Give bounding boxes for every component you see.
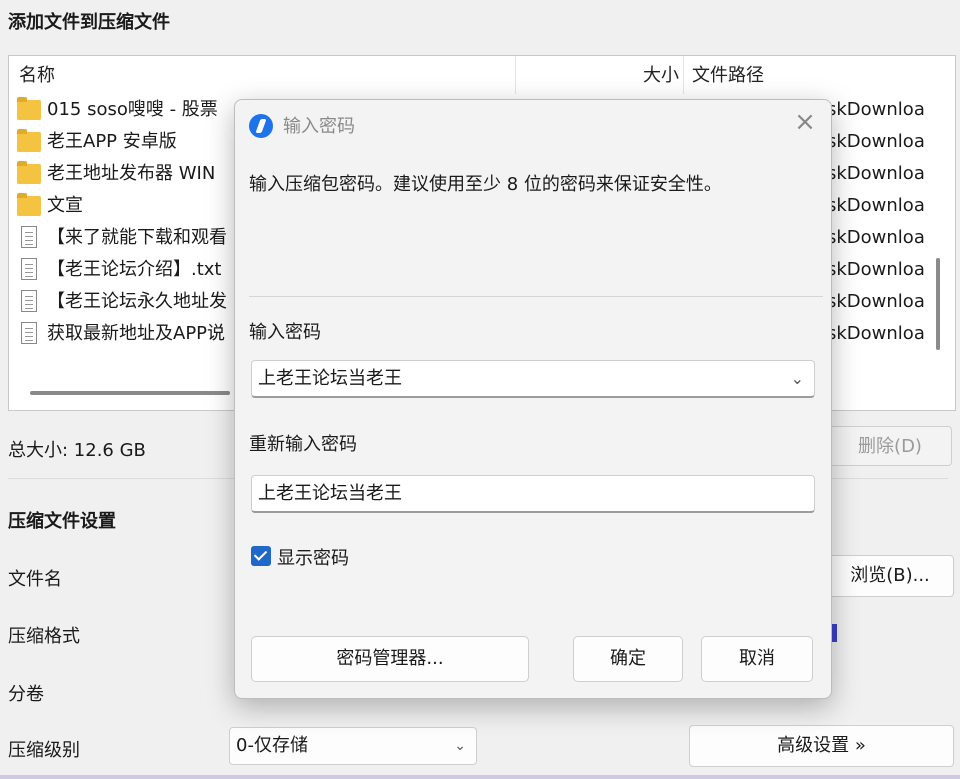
divider [249, 296, 823, 297]
ok-button[interactable]: 确定 [573, 636, 683, 682]
password-value: 上老王论坛当老王 [258, 368, 402, 389]
file-path: skDownloa [827, 227, 925, 248]
file-path: skDownloa [827, 291, 925, 312]
confirm-password-value: 上老王论坛当老王 [258, 483, 402, 504]
document-icon [21, 290, 37, 312]
advanced-settings-button[interactable]: 高级设置 » [689, 725, 954, 767]
format-indicator [832, 624, 837, 642]
column-header-name[interactable]: 名称 [19, 56, 55, 94]
folder-icon [17, 161, 41, 184]
show-password-checkbox[interactable] [251, 546, 271, 566]
compression-level-select[interactable]: 0-仅存储 ⌄ [229, 727, 477, 765]
column-header-path[interactable]: 文件路径 [683, 56, 953, 94]
column-header-size[interactable]: 大小 [515, 56, 683, 94]
file-path: skDownloa [827, 195, 925, 216]
volume-label: 分卷 [8, 684, 44, 705]
settings-heading: 压缩文件设置 [8, 511, 116, 532]
password-dialog: 输入密码 × 输入压缩包密码。建议使用至少 8 位的密码来保证安全性。 输入密码… [234, 99, 832, 699]
format-label: 压缩格式 [8, 626, 80, 647]
vertical-scrollbar[interactable] [936, 258, 940, 350]
file-path: skDownloa [827, 163, 925, 184]
total-size: 总大小: 12.6 GB [8, 440, 146, 461]
compression-level-value: 0-仅存储 [236, 735, 308, 756]
app-logo-icon [249, 114, 273, 138]
horizontal-scrollbar[interactable] [30, 391, 230, 395]
dialog-title: 输入密码 [283, 116, 355, 137]
file-name: 015 soso嗖嗖 - 股票 [47, 99, 218, 120]
show-password-label[interactable]: 显示密码 [277, 544, 349, 570]
level-label: 压缩级别 [8, 740, 80, 761]
chevron-down-icon[interactable]: ⌄ [791, 361, 804, 397]
confirm-password-label: 重新输入密码 [249, 434, 357, 455]
chevron-down-icon: ⌄ [454, 738, 466, 754]
window-title: 添加文件到压缩文件 [8, 12, 170, 33]
file-path: skDownloa [827, 99, 925, 120]
document-icon [21, 226, 37, 248]
file-path: skDownloa [827, 259, 925, 280]
folder-icon [17, 193, 41, 216]
file-name: 获取最新地址及APP说 [47, 323, 226, 344]
file-path: skDownloa [827, 323, 925, 344]
file-name: 【老王论坛介绍】.txt [47, 259, 222, 280]
file-name: 【老王论坛永久地址发 [47, 291, 227, 312]
document-icon [21, 258, 37, 280]
file-path: skDownloa [827, 131, 925, 152]
bottom-border [0, 775, 960, 779]
cancel-button[interactable]: 取消 [701, 636, 813, 682]
delete-button[interactable]: 删除(D) [828, 426, 952, 466]
close-icon[interactable]: × [789, 106, 821, 138]
confirm-password-input[interactable]: 上老王论坛当老王 [251, 475, 815, 513]
file-name: 文宣 [47, 195, 83, 216]
file-name: 【来了就能下载和观看 [47, 227, 227, 248]
browse-button[interactable]: 浏览(B)... [826, 555, 954, 597]
file-name: 老王地址发布器 WIN [47, 163, 216, 184]
password-manager-button[interactable]: 密码管理器... [251, 636, 529, 682]
filename-label: 文件名 [8, 569, 62, 590]
document-icon [21, 322, 37, 344]
file-name: 老王APP 安卓版 [47, 131, 177, 152]
folder-icon [17, 97, 41, 120]
password-input[interactable]: 上老王论坛当老王 ⌄ [251, 360, 815, 398]
password-label: 输入密码 [249, 322, 321, 343]
dialog-message: 输入压缩包密码。建议使用至少 8 位的密码来保证安全性。 [249, 174, 722, 195]
folder-icon [17, 129, 41, 152]
